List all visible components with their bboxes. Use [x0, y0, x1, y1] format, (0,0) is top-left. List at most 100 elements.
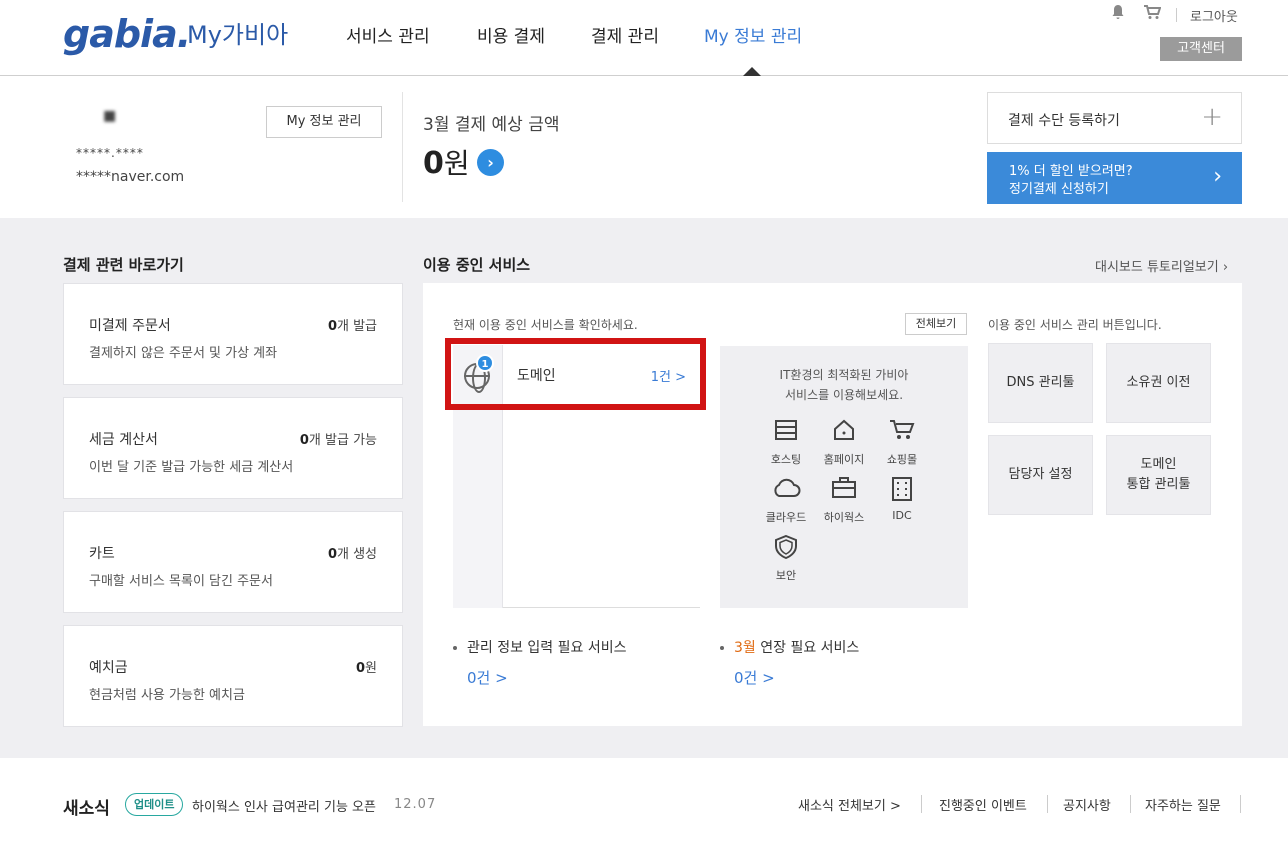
card-value: 0원 — [355, 661, 377, 676]
news-date: 12.07 — [394, 797, 437, 812]
notice-link[interactable]: 공지사항 — [1063, 795, 1111, 814]
my-gabia-title[interactable]: My가비아 — [187, 15, 288, 50]
gabia-logo[interactable]: gabia. — [63, 12, 191, 56]
active-nav-caret — [743, 67, 761, 76]
card-title: 카트 — [89, 546, 115, 562]
news-separator — [1130, 795, 1131, 813]
nav-my-info-management[interactable]: My 정보 관리 — [704, 22, 802, 47]
promo-idc[interactable]: IDC — [872, 477, 932, 522]
bell-icon[interactable] — [1110, 4, 1126, 24]
dashboard-tutorial-link[interactable]: 대시보드 튜토리얼보기 › — [1095, 256, 1228, 275]
bullet — [720, 646, 724, 650]
card-title: 세금 계산서 — [89, 432, 158, 448]
promo-cloud[interactable]: 클라우드 — [756, 477, 816, 525]
cloud-icon — [756, 477, 816, 507]
briefcase-icon — [814, 477, 874, 507]
promo-label: 호스팅 — [770, 453, 802, 466]
nav-payment-management[interactable]: 결제 관리 — [591, 22, 659, 47]
profile-section: ■ *****.**** *****naver.com My 정보 관리 3월 … — [0, 76, 1288, 218]
server-icon — [872, 477, 932, 507]
promo-label: IDC — [892, 509, 912, 522]
cart-icon[interactable] — [1143, 4, 1162, 24]
faq-link[interactable]: 자주하는 질문 — [1145, 795, 1221, 814]
card-value: 0개 발급 가능 — [299, 433, 377, 448]
news-separator — [1240, 795, 1241, 813]
nav-billing-payment[interactable]: 비용 결제 — [477, 22, 545, 47]
news-separator — [921, 795, 922, 813]
chevron-right-icon: › — [1213, 164, 1222, 189]
domain-integrated-management-button[interactable]: 도메인 통합 관리툴 — [1106, 435, 1211, 515]
card-desc: 구매할 서비스 목록이 담긴 주문서 — [89, 574, 273, 589]
logout-link[interactable]: 로그아웃 — [1190, 6, 1238, 25]
need-info-count-link[interactable]: 0건 > — [467, 667, 508, 688]
user-id: *****.**** — [76, 146, 144, 160]
bill-estimate-amount: 0원 — [423, 146, 470, 181]
promo-label: 하이웍스 — [823, 511, 865, 524]
bullet — [453, 646, 457, 650]
util-separator — [1176, 8, 1177, 22]
service-item-domain[interactable]: 1 도메인 1건 > — [453, 345, 700, 403]
services-panel: 현재 이용 중인 서비스를 확인하세요. 전체보기 1 도메인 1건 > IT환… — [423, 283, 1242, 726]
card-desc: 현금처럼 사용 가능한 예치금 — [89, 688, 245, 703]
news-title: 새소식 — [63, 799, 110, 819]
card-value: 0개 발급 — [327, 319, 377, 334]
dashboard-main: 결제 관련 바로가기 미결제 주문서 0개 발급 결제하지 않은 주문서 및 가… — [0, 218, 1288, 758]
service-count: 1건 > — [650, 370, 686, 385]
renew-need-label: 3월 연장 필요 서비스 — [720, 637, 859, 657]
profile-divider — [402, 92, 403, 202]
user-name: ■ — [103, 108, 117, 124]
promo-label: 쇼핑몰 — [886, 453, 918, 466]
hosting-icon — [756, 419, 816, 449]
promo-hosting[interactable]: 호스팅 — [756, 419, 816, 467]
card-tax-invoice[interactable]: 세금 계산서 0개 발급 가능 이번 달 기준 발급 가능한 세금 계산서 — [63, 397, 403, 499]
news-separator — [1047, 795, 1048, 813]
contact-setting-button[interactable]: 담당자 설정 — [988, 435, 1093, 515]
card-deposit[interactable]: 예치금 0원 현금처럼 사용 가능한 예치금 — [63, 625, 403, 727]
card-unpaid-orders[interactable]: 미결제 주문서 0개 발급 결제하지 않은 주문서 및 가상 계좌 — [63, 283, 403, 385]
promo-label: 홈페이지 — [823, 453, 865, 466]
plus-icon: + — [1201, 102, 1223, 132]
news-all-link[interactable]: 새소식 전체보기 > — [798, 795, 901, 814]
chevron-right-icon: › — [1222, 260, 1229, 275]
auto-pay-line1: 1% 더 할인 받으려면? — [1009, 164, 1133, 179]
bill-estimate-label: 3월 결제 예상 금액 — [423, 115, 560, 135]
register-payment-method-button[interactable]: 결제 수단 등록하기 + — [987, 92, 1242, 144]
card-cart[interactable]: 카트 0개 생성 구매할 서비스 목록이 담긴 주문서 — [63, 511, 403, 613]
nav-service-management[interactable]: 서비스 관리 — [346, 22, 430, 47]
service-count-badge: 1 — [476, 354, 494, 372]
promo-hiworks[interactable]: 하이웍스 — [814, 477, 874, 525]
events-link[interactable]: 진행중인 이벤트 — [939, 795, 1027, 814]
card-title: 예치금 — [89, 660, 128, 676]
promo-security[interactable]: 보안 — [756, 534, 816, 583]
card-desc: 이번 달 기준 발급 가능한 세금 계산서 — [89, 460, 294, 475]
service-promo: IT환경의 최적화된 가비아 서비스를 이용해보세요. 호스팅 홈페이지 쇼핑몰… — [720, 346, 968, 608]
shopping-cart-icon — [872, 419, 932, 449]
bill-detail-arrow-icon[interactable]: › — [477, 149, 504, 176]
service-name: 도메인 — [517, 368, 556, 384]
card-title: 미결제 주문서 — [89, 318, 171, 334]
view-all-button[interactable]: 전체보기 — [905, 313, 967, 335]
service-list: 1 도메인 1건 > — [453, 345, 700, 608]
shield-icon — [756, 534, 816, 565]
card-value: 0개 생성 — [327, 547, 377, 562]
ownership-transfer-button[interactable]: 소유권 이전 — [1106, 343, 1211, 423]
services-desc: 현재 이용 중인 서비스를 확인하세요. — [453, 318, 638, 332]
update-badge: 업데이트 — [125, 793, 184, 816]
shortcuts-title: 결제 관련 바로가기 — [63, 256, 184, 274]
my-info-button[interactable]: My 정보 관리 — [266, 106, 382, 138]
promo-label: 클라우드 — [765, 511, 807, 524]
promo-line2: 서비스를 이용해보세요. — [784, 388, 904, 402]
top-navigation: gabia. My가비아 서비스 관리 비용 결제 결제 관리 My 정보 관리… — [0, 0, 1288, 76]
promo-shopping[interactable]: 쇼핑몰 — [872, 419, 932, 467]
promo-homepage[interactable]: 홈페이지 — [814, 419, 874, 467]
customer-center-button[interactable]: 고객센터 — [1160, 37, 1242, 61]
management-desc: 이용 중인 서비스 관리 버튼입니다. — [988, 318, 1162, 332]
news-headline-link[interactable]: 하이웍스 인사 급여관리 기능 오픈 — [192, 796, 376, 815]
card-desc: 결제하지 않은 주문서 및 가상 계좌 — [89, 346, 278, 361]
homepage-icon — [814, 419, 874, 449]
auto-payment-banner[interactable]: 1% 더 할인 받으려면? 정기결제 신청하기 › — [987, 152, 1242, 204]
dns-management-button[interactable]: DNS 관리툴 — [988, 343, 1093, 423]
renew-count-link[interactable]: 0건 > — [734, 667, 775, 688]
promo-label: 보안 — [775, 569, 797, 582]
need-info-label: 관리 정보 입력 필요 서비스 — [453, 637, 626, 657]
